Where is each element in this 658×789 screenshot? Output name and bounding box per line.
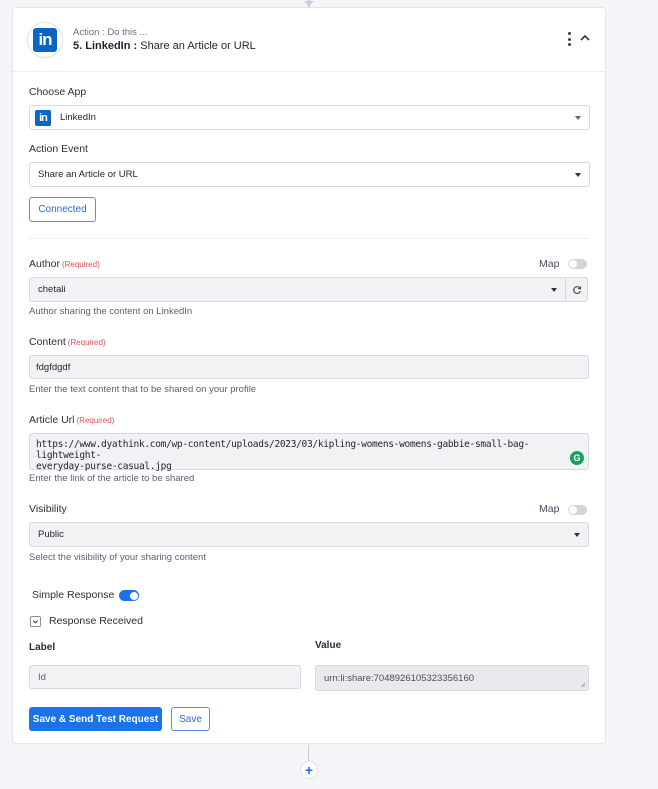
value-column-header: Value [315, 640, 342, 651]
article-url-label: Article Url (Required) [29, 414, 114, 426]
content-label: Content (Required) [29, 336, 106, 348]
visibility-value: Public [38, 529, 64, 540]
response-label-input[interactable]: Id [29, 665, 301, 689]
article-url-value-line-2: everyday-purse-casual.jpg [36, 461, 172, 472]
action-event-label: Action Event [29, 143, 88, 155]
response-received-checkbox[interactable] [30, 616, 41, 627]
content-label-text: Content [29, 336, 66, 348]
step-number: 5. LinkedIn : [73, 40, 141, 52]
author-map-toggle[interactable] [568, 259, 587, 269]
simple-response-label: Simple Response [32, 589, 115, 601]
checkmark-icon [32, 620, 39, 624]
chevron-down-icon [551, 288, 557, 292]
simple-response-toggle[interactable] [119, 590, 139, 601]
response-received-label: Response Received [49, 615, 143, 627]
section-divider [29, 238, 589, 239]
visibility-select[interactable]: Public [29, 522, 589, 547]
chevron-down-icon [574, 533, 580, 537]
required-badge: (Required) [61, 260, 100, 269]
author-label-text: Author [29, 258, 60, 270]
author-helper-text: Author sharing the content on LinkedIn [29, 306, 193, 317]
connector-arrow-icon [304, 1, 314, 6]
step-header[interactable]: in Action : Do this ... 5. LinkedIn : Sh… [13, 8, 605, 72]
response-value-text: urn:li:share:7048926105323356160 [324, 672, 475, 684]
author-label: Author (Required) [29, 258, 100, 270]
article-url-label-text: Article Url [29, 414, 75, 426]
content-input[interactable]: fdgfdgdf [29, 355, 589, 379]
refresh-icon [572, 285, 581, 294]
linkedin-icon: in [33, 28, 57, 52]
chevron-up-icon[interactable] [579, 32, 591, 44]
step-title: 5. LinkedIn : Share an Article or URL [73, 40, 256, 52]
action-event-select[interactable]: Share an Article or URL [29, 162, 590, 187]
resize-grip-icon[interactable] [580, 682, 586, 688]
article-url-input[interactable]: https://www.dyathink.com/wp-content/uplo… [29, 433, 589, 472]
action-event-value: Share an Article or URL [38, 169, 138, 180]
choose-app-select[interactable]: in LinkedIn [29, 105, 590, 130]
action-step-card: in Action : Do this ... 5. LinkedIn : Sh… [12, 7, 606, 744]
step-action: Share an Article or URL [140, 40, 256, 52]
more-options-icon[interactable] [566, 32, 572, 46]
step-kicker: Action : Do this ... [73, 27, 148, 38]
app-logo: in [27, 22, 63, 58]
save-button[interactable]: Save [171, 707, 210, 731]
visibility-map-toggle[interactable] [568, 505, 587, 515]
add-step-button[interactable]: + [300, 761, 318, 779]
choose-app-label: Choose App [29, 86, 87, 98]
author-map-label: Map [539, 258, 560, 270]
author-refresh-button[interactable] [566, 277, 588, 302]
grammarly-icon[interactable]: G [570, 451, 584, 465]
connector-line-bottom [308, 745, 309, 761]
visibility-map-label: Map [539, 503, 560, 515]
visibility-helper-text: Select the visibility of your sharing co… [29, 552, 206, 563]
article-url-helper-text: Enter the link of the article to be shar… [29, 473, 195, 484]
connected-button[interactable]: Connected [29, 197, 96, 222]
content-helper-text: Enter the text content that to be shared… [29, 384, 257, 395]
author-value: chetali [38, 284, 66, 295]
visibility-label: Visibility [29, 503, 67, 515]
plus-icon: + [304, 762, 314, 778]
save-and-test-button[interactable]: Save & Send Test Request [29, 707, 162, 731]
author-select[interactable]: chetali [29, 277, 566, 302]
linkedin-icon: in [35, 109, 51, 126]
label-column-header: Label [29, 642, 56, 653]
required-badge: (Required) [67, 338, 106, 347]
chevron-down-icon [575, 173, 581, 177]
response-value-textarea[interactable]: urn:li:share:7048926105323356160 [315, 665, 589, 691]
article-url-value-line-1: https://www.dyathink.com/wp-content/uplo… [36, 439, 530, 461]
chevron-down-icon [575, 116, 581, 120]
required-badge: (Required) [76, 416, 115, 425]
choose-app-value: LinkedIn [60, 112, 96, 123]
